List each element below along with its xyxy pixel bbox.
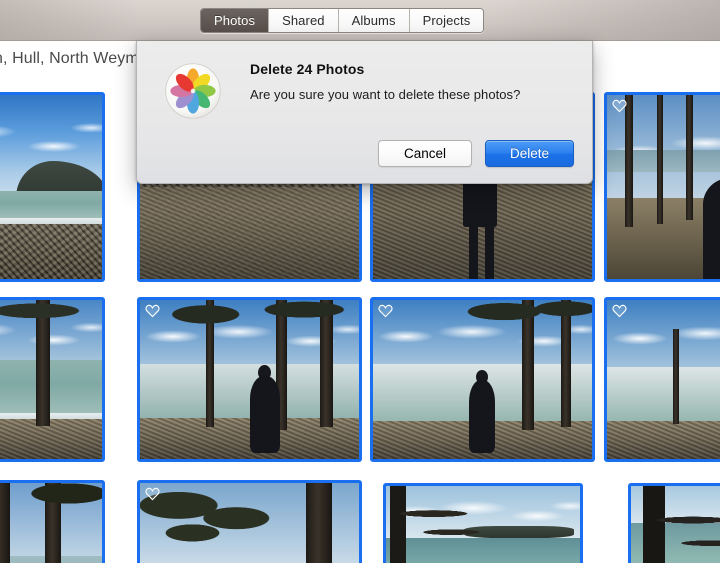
photo-thumbnail[interactable] bbox=[604, 92, 720, 282]
photo-thumbnail[interactable] bbox=[0, 480, 105, 563]
tab-albums[interactable]: Albums bbox=[338, 9, 410, 32]
app-toolbar: Photos Shared Albums Projects bbox=[0, 0, 720, 41]
photo-thumbnail[interactable] bbox=[383, 483, 583, 563]
tab-shared[interactable]: Shared bbox=[269, 9, 339, 32]
tab-photos[interactable]: Photos bbox=[201, 9, 270, 32]
photo-thumbnail[interactable] bbox=[0, 92, 105, 282]
photos-app-icon bbox=[165, 63, 221, 119]
photo-thumbnail[interactable] bbox=[604, 297, 720, 462]
photo-image bbox=[0, 300, 102, 459]
toolbar-gradient-left bbox=[0, 0, 140, 41]
toolbar-gradient-right bbox=[490, 0, 720, 41]
photo-image bbox=[140, 300, 359, 459]
delete-confirmation-dialog: Delete 24 Photos Are you sure you want t… bbox=[136, 41, 593, 184]
photo-image bbox=[386, 486, 580, 563]
cancel-button[interactable]: Cancel bbox=[378, 140, 472, 167]
dialog-title: Delete 24 Photos bbox=[250, 61, 365, 77]
dialog-message: Are you sure you want to delete these ph… bbox=[250, 87, 521, 102]
photo-image bbox=[607, 300, 720, 459]
photo-image bbox=[607, 95, 720, 279]
photo-thumbnail[interactable] bbox=[628, 483, 720, 563]
tab-projects[interactable]: Projects bbox=[409, 9, 484, 32]
delete-button[interactable]: Delete bbox=[485, 140, 574, 167]
album-title: n, Hull, North Weymo bbox=[0, 50, 148, 67]
photos-app-window: n, Hull, North Weymo Photos Shared Album… bbox=[0, 0, 720, 563]
photo-image bbox=[140, 483, 359, 563]
view-segmented-control[interactable]: Photos Shared Albums Projects bbox=[200, 8, 485, 33]
photo-image bbox=[373, 300, 592, 459]
photo-image bbox=[0, 95, 102, 279]
photo-image bbox=[631, 486, 720, 563]
photo-thumbnail[interactable] bbox=[370, 297, 595, 462]
photo-image bbox=[0, 483, 102, 563]
photo-thumbnail[interactable] bbox=[0, 297, 105, 462]
photo-thumbnail[interactable] bbox=[137, 297, 362, 462]
photo-thumbnail[interactable] bbox=[137, 480, 362, 563]
